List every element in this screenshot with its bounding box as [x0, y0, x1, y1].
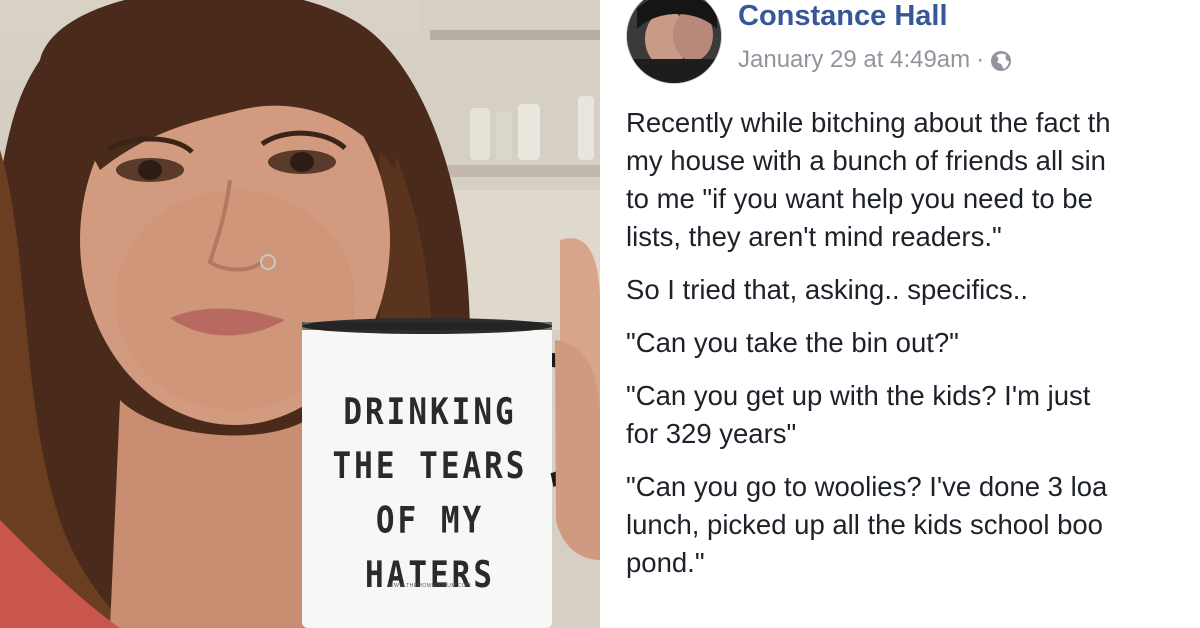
post-paragraph: "Can you get up with the kids? I'm just … [626, 377, 1200, 453]
text-line: my house with a bunch of friends all sin [626, 145, 1106, 176]
mug-url: WWW.THEMOMSFORUM.COM [388, 583, 472, 589]
text-line: lists, they aren't mind readers." [626, 221, 1002, 252]
mug-line: HATERS [365, 553, 495, 597]
text-line: "Can you get up with the kids? I'm just [626, 380, 1091, 411]
post-paragraph: So I tried that, asking.. specifics.. [626, 271, 1200, 309]
text-line: for 329 years" [626, 418, 797, 449]
text-line: "Can you take the bin out?" [626, 327, 959, 358]
mug-line: THE TEARS [332, 445, 528, 488]
mug-line: DRINKING [343, 390, 517, 434]
post-body: Recently while bitching about the fact t… [626, 104, 1200, 597]
meta-separator: · [976, 46, 985, 73]
text-line: lunch, picked up all the kids school boo [626, 509, 1103, 540]
text-line: pond." [626, 547, 705, 578]
post-author-link[interactable]: Constance Hall [738, 0, 948, 33]
post-photo: DRINKING THE TEARS OF MY HATERS WWW.THEM… [0, 0, 600, 628]
globe-icon[interactable] [990, 50, 1012, 72]
mug-line: OF MY [375, 499, 485, 542]
post-timestamp[interactable]: January 29 at 4:49am [738, 46, 970, 74]
post-paragraph: "Can you take the bin out?" [626, 324, 1200, 362]
post-meta: January 29 at 4:49am · [738, 46, 1012, 74]
post-paragraph: Recently while bitching about the fact t… [626, 104, 1200, 256]
facebook-post: Constance Hall January 29 at 4:49am · Re… [604, 0, 1200, 628]
mug-slogan: DRINKING THE TEARS OF MY HATERS [318, 385, 542, 602]
text-line: "Can you go to woolies? I've done 3 loa [626, 471, 1108, 502]
post-paragraph: "Can you go to woolies? I've done 3 loa … [626, 468, 1200, 582]
text-line: So I tried that, asking.. specifics.. [626, 274, 1028, 305]
text-line: to me "if you want help you need to be [626, 183, 1093, 214]
avatar-image [627, 0, 721, 83]
avatar[interactable] [626, 0, 722, 84]
text-line: Recently while bitching about the fact t… [626, 107, 1111, 138]
